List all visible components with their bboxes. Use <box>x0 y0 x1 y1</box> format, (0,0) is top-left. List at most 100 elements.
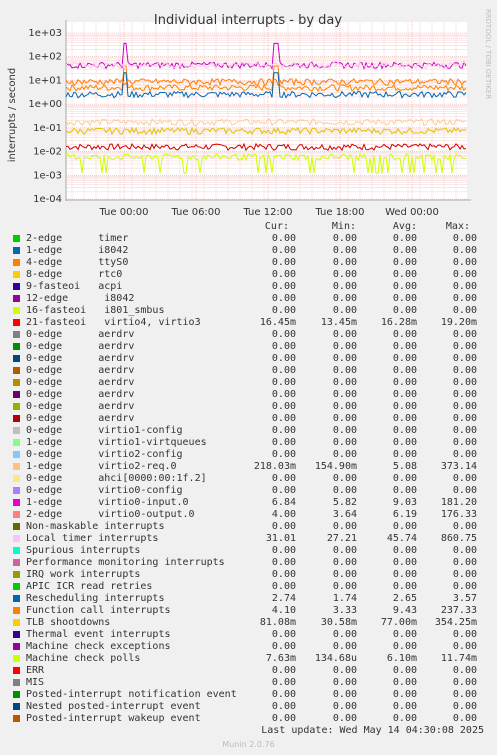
legend-max: 0.00 <box>452 665 477 676</box>
legend-cur: 0.00 <box>271 473 296 484</box>
legend-swatch <box>13 619 20 626</box>
legend-row: ERR 0.00 0.00 0.00 0.00 <box>0 665 497 677</box>
legend-swatch <box>13 271 20 278</box>
legend-cur: 0.00 <box>271 665 296 676</box>
legend-avg: 0.00 <box>392 401 417 412</box>
legend-row: 0-edge virtio2-config 0.00 0.00 0.00 0.00 <box>0 449 497 461</box>
legend-avg: 9.43 <box>392 605 417 616</box>
legend-swatch <box>13 451 20 458</box>
legend-cur: 0.00 <box>271 389 296 400</box>
legend-cur: 7.63m <box>265 653 296 664</box>
legend-max: 0.00 <box>452 329 477 340</box>
legend-label: 4-edge ttyS0 <box>26 257 129 268</box>
legend-cur: 0.00 <box>271 329 296 340</box>
legend-swatch <box>13 283 20 290</box>
x-tick-label: Tue 00:00 <box>98 207 148 218</box>
y-tick-label: 1e-04 <box>33 194 62 205</box>
header-cur: Cur: <box>264 221 289 232</box>
legend-swatch <box>13 511 20 518</box>
legend-avg: 0.00 <box>392 365 417 376</box>
legend-max: 237.33 <box>440 605 477 616</box>
legend-min: 0.00 <box>332 257 357 268</box>
legend-row: Spurious interrupts 0.00 0.00 0.00 0.00 <box>0 545 497 557</box>
legend-avg: 0.00 <box>392 581 417 592</box>
legend-label: Performance monitoring interrupts <box>26 557 225 568</box>
legend-avg: 0.00 <box>392 233 417 244</box>
legend-max: 181.20 <box>440 497 477 508</box>
legend-swatch <box>13 235 20 242</box>
legend-cur: 0.00 <box>271 293 296 304</box>
chart-title: Individual interrupts - by day <box>154 13 342 28</box>
legend-max: 0.00 <box>452 449 477 460</box>
legend-swatch <box>13 715 20 722</box>
legend-cur: 81.08m <box>259 617 296 628</box>
legend-max: 0.00 <box>452 713 477 724</box>
legend-row: 1-edge i8042 0.00 0.00 0.00 0.00 <box>0 245 497 257</box>
legend-avg: 0.00 <box>392 677 417 688</box>
legend-row: Non-maskable interrupts 0.00 0.00 0.00 0.00 <box>0 521 497 533</box>
legend-swatch <box>13 643 20 650</box>
legend-min: 0.00 <box>332 341 357 352</box>
legend-label: 0-edge virtio0-config <box>26 485 183 496</box>
legend-avg: 9.03 <box>392 497 417 508</box>
legend-avg: 0.00 <box>392 701 417 712</box>
legend-cur: 0.00 <box>271 365 296 376</box>
legend-min: 0.00 <box>332 293 357 304</box>
legend-cur: 0.00 <box>271 257 296 268</box>
legend-row: Local timer interrupts 31.01 27.21 45.74 860… <box>0 533 497 545</box>
legend-cur: 0.00 <box>271 401 296 412</box>
legend-max: 0.00 <box>452 389 477 400</box>
legend-min: 3.64 <box>332 509 357 520</box>
legend-swatch <box>13 439 20 446</box>
legend-row: 2-edge virtio0-output.0 4.00 3.64 6.19 176.3… <box>0 509 497 521</box>
legend-cur: 0.00 <box>271 629 296 640</box>
header-avg: Avg: <box>392 221 417 232</box>
legend-swatch <box>13 571 20 578</box>
y-axis-label: interrupts / second <box>7 68 18 162</box>
legend-avg: 0.00 <box>392 545 417 556</box>
legend-max: 0.00 <box>452 437 477 448</box>
legend-max: 0.00 <box>452 425 477 436</box>
legend-avg: 0.00 <box>392 641 417 652</box>
legend-cur: 0.00 <box>271 521 296 532</box>
legend-cur: 6.84 <box>271 497 296 508</box>
legend-row: 0-edge aerdrv 0.00 0.00 0.00 0.00 <box>0 389 497 401</box>
legend-cur: 0.00 <box>271 437 296 448</box>
legend-avg: 0.00 <box>392 389 417 400</box>
legend-label: 2-edge virtio0-output.0 <box>26 509 195 520</box>
legend-row: 2-edge timer 0.00 0.00 0.00 0.00 <box>0 233 497 245</box>
legend-avg: 0.00 <box>392 341 417 352</box>
legend-min: 0.00 <box>332 305 357 316</box>
legend-max: 0.00 <box>452 689 477 700</box>
legend-cur: 0.00 <box>271 413 296 424</box>
legend-cur: 0.00 <box>271 305 296 316</box>
legend-max: 0.00 <box>452 257 477 268</box>
legend-max: 0.00 <box>452 569 477 580</box>
legend-row: 21-fasteoi virtio4, virtio3 16.45m 13.45m 1… <box>0 317 497 329</box>
legend-max: 0.00 <box>452 701 477 712</box>
legend-max: 0.00 <box>452 305 477 316</box>
legend-label: 0-edge ahci[0000:00:1f.2] <box>26 473 207 484</box>
y-tick-label: 1e-03 <box>33 170 62 181</box>
legend-max: 0.00 <box>452 365 477 376</box>
legend-avg: 45.74 <box>386 533 417 544</box>
legend-min: 0.00 <box>332 329 357 340</box>
legend-row: Posted-interrupt notification event 0.00 0… <box>0 689 497 701</box>
legend-row: 1-edge virtio2-req.0 218.03m 154.90m 5.08 37… <box>0 461 497 473</box>
legend-max: 0.00 <box>452 545 477 556</box>
legend-label: MIS <box>26 677 45 688</box>
legend-min: 0.00 <box>332 665 357 676</box>
legend-label: Nested posted-interrupt event <box>26 701 201 712</box>
legend-label: 0-edge aerdrv <box>26 341 135 352</box>
y-tick-label: 1e+00 <box>28 99 62 110</box>
legend-cur: 0.00 <box>271 581 296 592</box>
legend-label: 0-edge aerdrv <box>26 329 135 340</box>
legend-cur: 2.74 <box>271 593 296 604</box>
legend-row: 4-edge ttyS0 0.00 0.00 0.00 0.00 <box>0 257 497 269</box>
legend-label: 0-edge virtio2-config <box>26 449 183 460</box>
legend-swatch <box>13 259 20 266</box>
legend-min: 0.00 <box>332 569 357 580</box>
legend-max: 0.00 <box>452 557 477 568</box>
legend-max: 0.00 <box>452 473 477 484</box>
legend-label: Non-maskable interrupts <box>26 521 165 532</box>
